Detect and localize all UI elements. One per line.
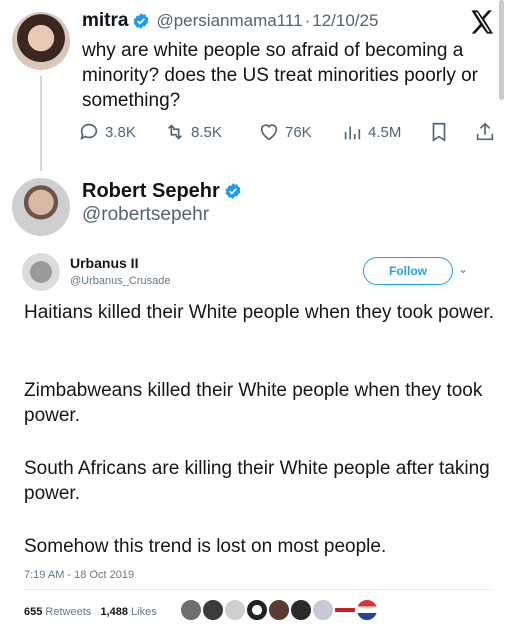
avatar: [180, 599, 202, 621]
embedded-stats: 655 Retweets 1,488 Likes: [24, 606, 157, 618]
avatar: [22, 253, 60, 291]
avatar: [334, 599, 356, 621]
author-handle[interactable]: @persianmama111: [156, 11, 302, 31]
embedded-paragraph: Haitians killed their White people when …: [24, 302, 494, 323]
reply-icon: [80, 123, 98, 140]
reply-button[interactable]: 3.8K: [78, 118, 136, 146]
separator-dot: ·: [304, 11, 311, 30]
views-button[interactable]: 4.5M: [341, 118, 401, 146]
avatar: [268, 599, 290, 621]
embedded-tweet-image[interactable]: Urbanus II @Urbanus_Crusade Follow ⌄ Hai…: [0, 244, 507, 640]
tweet-text: why are white people so afraid of becomi…: [82, 40, 478, 111]
tweet-actions: 3.8K 8.5K 76K 4.5M: [78, 118, 498, 146]
repost-count: 8.5K: [191, 123, 222, 141]
embedded-paragraph: Somehow this trend is lost on most peopl…: [24, 536, 387, 557]
retweets-label: Retweets: [45, 606, 92, 618]
verified-badge-icon: [134, 13, 149, 29]
likes-count: 1,488: [100, 606, 128, 618]
tweet-header: mitra @persianmama111 · 12/10/25: [82, 9, 378, 33]
share-button[interactable]: [474, 118, 501, 146]
repost-button[interactable]: 8.5K: [164, 118, 222, 146]
bookmark-button[interactable]: [428, 118, 455, 146]
avatar: [356, 599, 378, 621]
views-count: 4.5M: [368, 123, 402, 141]
thread-line: [40, 76, 42, 171]
avatar: [290, 599, 312, 621]
repost-icon: [167, 124, 183, 140]
verified-badge-icon: [225, 183, 241, 199]
embedded-paragraph: Zimbabweans killed their White people wh…: [24, 380, 483, 426]
reply-author-name[interactable]: Robert Sepehr: [82, 180, 220, 203]
embedded-author-name: Urbanus II: [70, 255, 139, 271]
tweet-date[interactable]: 12/10/25: [312, 11, 378, 31]
retweets-count: 655: [24, 606, 43, 618]
reply-count: 3.8K: [105, 123, 136, 141]
like-count: 76K: [285, 123, 312, 141]
author-name[interactable]: mitra: [82, 10, 128, 32]
heart-icon: [260, 124, 278, 141]
embedded-timestamp: 7:19 AM - 18 Oct 2019: [24, 569, 135, 581]
chevron-down-icon: ⌄: [458, 262, 469, 276]
likes-label: Likes: [131, 606, 157, 618]
bookmark-icon: [432, 122, 446, 142]
avatar[interactable]: [12, 178, 70, 236]
original-tweet[interactable]: mitra @persianmama111 · 12/10/25 why are…: [0, 0, 507, 171]
share-icon: [476, 122, 494, 141]
embedded-author-handle: @Urbanus_Crusade: [70, 275, 171, 287]
views-icon: [344, 126, 361, 140]
follow-button: Follow: [363, 257, 453, 285]
avatar: [312, 599, 334, 621]
avatar: [246, 599, 268, 621]
like-button[interactable]: 76K: [258, 118, 312, 146]
avatar: [202, 599, 224, 621]
embedded-paragraph: South Africans are killing their White p…: [24, 458, 490, 504]
divider: [24, 589, 494, 590]
x-logo-icon[interactable]: [468, 8, 496, 36]
retweeter-avatars: [180, 599, 378, 625]
avatar[interactable]: [12, 12, 70, 70]
reply-author-handle[interactable]: @robertsepehr: [82, 204, 209, 226]
avatar: [224, 599, 246, 621]
reply-header: Robert Sepehr: [82, 178, 242, 204]
